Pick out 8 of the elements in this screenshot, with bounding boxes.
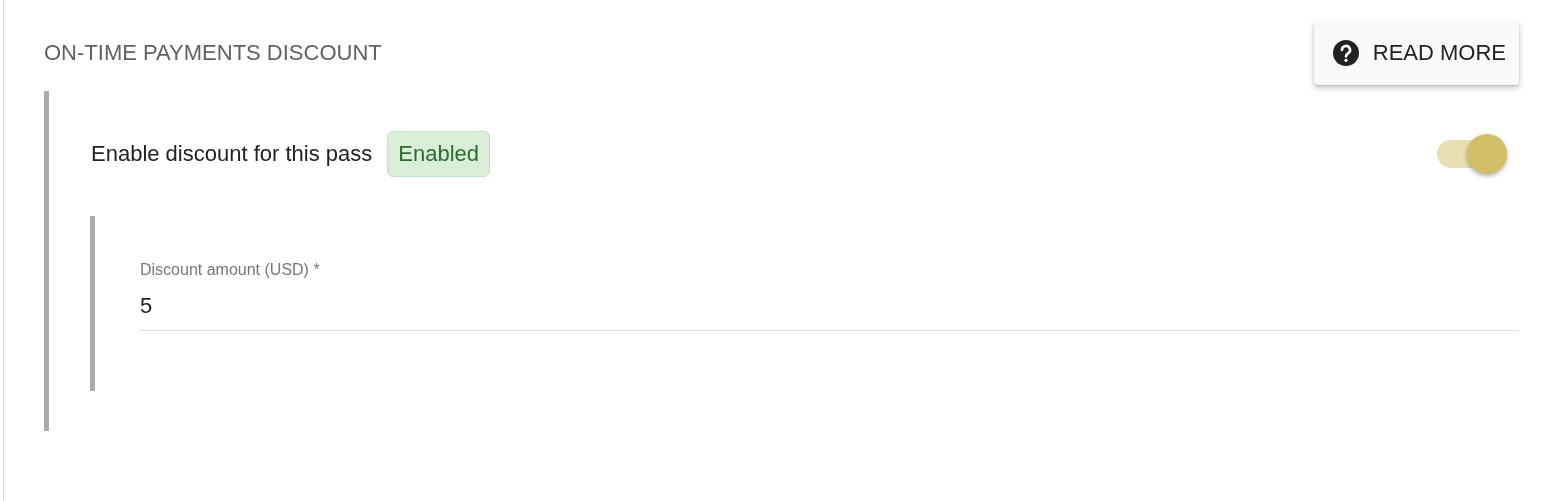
read-more-button[interactable]: READ MORE: [1313, 21, 1519, 85]
field-label: Discount amount (USD) *: [140, 261, 320, 279]
help-icon: [1331, 39, 1360, 67]
enable-discount-label: Enable discount for this pass: [91, 141, 373, 167]
status-badge: Enabled: [387, 131, 491, 177]
toggle-switch[interactable]: [1437, 134, 1507, 174]
section-title: ON-TIME PAYMENTS DISCOUNT: [44, 40, 382, 66]
discount-amount-field[interactable]: 5: [140, 291, 1519, 331]
